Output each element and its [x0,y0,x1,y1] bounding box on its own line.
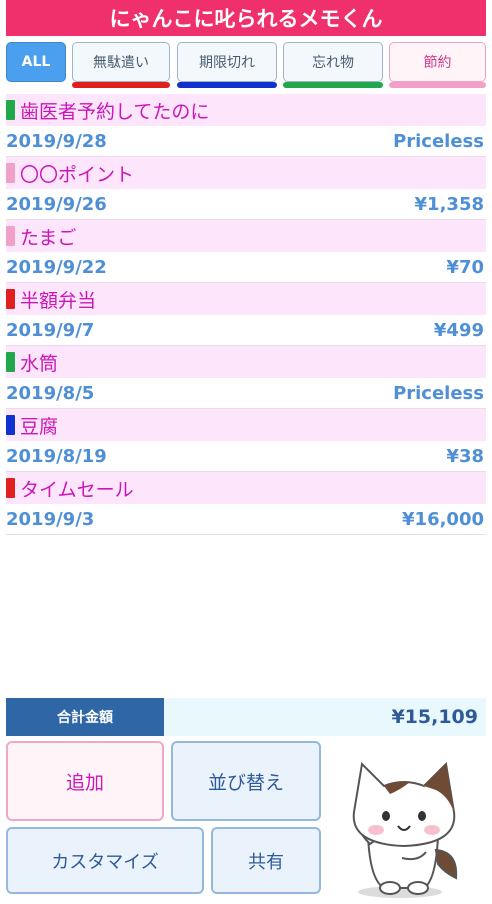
add-button[interactable]: 追加 [6,741,164,821]
category-marker [6,352,15,372]
tab-expired-label: 期限切れ [199,55,255,71]
item-date: 2019/9/28 [6,131,107,152]
item-amount: Priceless [393,131,484,152]
item-date: 2019/9/22 [6,257,107,278]
item-date: 2019/9/7 [6,320,95,341]
tab-forgotten-label: 忘れ物 [312,55,354,71]
list-item[interactable]: 〇〇ポイント 2019/9/26 ¥1,358 [6,157,486,220]
item-date: 2019/9/26 [6,194,107,215]
item-amount: Priceless [393,383,484,404]
memo-list: 歯医者予約してたのに 2019/9/28 Priceless 〇〇ポイント 201… [6,94,486,535]
item-title: 豆腐 [20,415,59,438]
item-amount: ¥499 [433,320,484,341]
tab-waste[interactable]: 無駄遣い [72,42,170,88]
tab-waste-color-bar [72,82,170,88]
category-tabs: ALL 無駄遣い 期限切れ 忘れ物 節約 [6,42,486,90]
item-date: 2019/8/5 [6,383,95,404]
share-button[interactable]: 共有 [211,827,321,894]
category-marker [6,478,15,498]
item-title: 半額弁当 [20,289,97,312]
app-title-bar: にゃんこに叱られるメモくん [6,0,486,36]
tab-saving[interactable]: 節約 [389,42,486,88]
total-amount: ¥15,109 [391,706,478,728]
sort-button[interactable]: 並び替え [171,741,321,821]
item-amount: ¥70 [446,257,484,278]
category-marker [6,289,15,309]
item-title: タイムセール [20,478,134,501]
item-amount: ¥38 [446,446,484,467]
category-marker [6,163,15,183]
total-label: 合計金額 [6,698,164,736]
tab-all-label: ALL [21,54,51,70]
item-title: 〇〇ポイント [20,163,135,186]
tab-saving-label: 節約 [423,55,452,71]
tab-expired[interactable]: 期限切れ [177,42,277,88]
tab-saving-color-bar [389,82,486,88]
list-item[interactable]: 水筒 2019/8/5 Priceless [6,346,486,409]
item-title: 歯医者予約してたのに [20,100,210,123]
item-date: 2019/8/19 [6,446,107,467]
category-marker [6,415,15,435]
tab-forgotten[interactable]: 忘れ物 [283,42,383,88]
tab-forgotten-color-bar [283,82,383,88]
list-item[interactable]: 歯医者予約してたのに 2019/9/28 Priceless [6,94,486,157]
list-item[interactable]: 半額弁当 2019/9/7 ¥499 [6,283,486,346]
tab-all[interactable]: ALL [6,42,66,82]
tab-waste-label: 無駄遣い [93,55,149,71]
item-amount: ¥16,000 [402,509,484,530]
cat-mascot-icon [340,740,470,900]
list-item[interactable]: たまご 2019/9/22 ¥70 [6,220,486,283]
total-amount-bar: 合計金額 ¥15,109 [6,698,486,736]
item-date: 2019/9/3 [6,509,95,530]
category-marker [6,100,15,120]
item-title: 水筒 [20,352,59,375]
category-marker [6,226,15,246]
item-title: たまご [20,226,77,249]
app-title: にゃんこに叱られるメモくん [109,7,383,31]
list-item[interactable]: 豆腐 2019/8/19 ¥38 [6,409,486,472]
tab-expired-color-bar [177,82,277,88]
customize-button[interactable]: カスタマイズ [6,827,204,894]
list-item[interactable]: タイムセール 2019/9/3 ¥16,000 [6,472,486,535]
item-amount: ¥1,358 [414,194,484,215]
